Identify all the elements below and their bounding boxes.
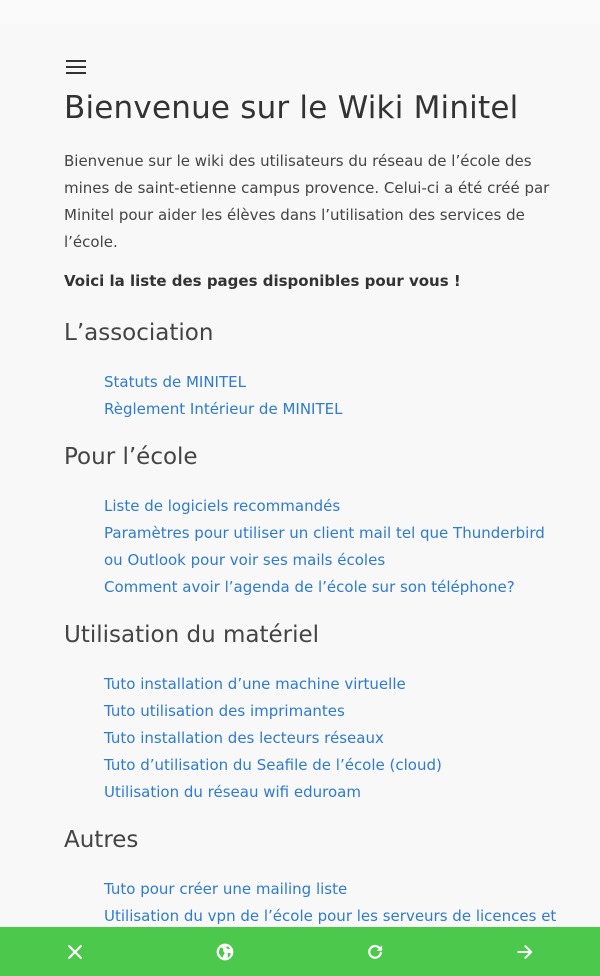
section-title-materiel: Utilisation du matériel <box>64 622 320 648</box>
link-list-autres: Tuto pour créer une mailing liste Utilis… <box>104 876 564 930</box>
list-item: Tuto utilisation des imprimantes <box>104 698 564 725</box>
link-list-association: Statuts de MINITEL Règlement Intérieur d… <box>104 369 564 423</box>
list-item: Statuts de MINITEL <box>104 369 564 396</box>
link-eduroam[interactable]: Utilisation du réseau wifi eduroam <box>104 783 361 801</box>
link-lecteurs-reseaux[interactable]: Tuto installation des lecteurs réseaux <box>104 729 384 747</box>
list-item: Tuto installation d’une machine virtuell… <box>104 671 564 698</box>
browser-toolbar <box>0 927 600 976</box>
globe-icon <box>216 943 234 960</box>
link-statuts[interactable]: Statuts de MINITEL <box>104 373 246 391</box>
arrow-forward-icon <box>517 944 533 959</box>
section-title-autres: Autres <box>64 827 139 853</box>
list-item: Tuto installation des lecteurs réseaux <box>104 725 564 752</box>
link-seafile[interactable]: Tuto d’utilisation du Seafile de l’école… <box>104 756 442 774</box>
list-item: Règlement Intérieur de MINITEL <box>104 396 564 423</box>
top-strip <box>0 0 600 24</box>
link-imprimantes[interactable]: Tuto utilisation des imprimantes <box>104 702 345 720</box>
link-list-ecole: Liste de logiciels recommandés Paramètre… <box>104 493 564 601</box>
list-item: Utilisation du vpn de l’école pour les s… <box>104 903 564 930</box>
lead-text: Voici la liste des pages disponibles pou… <box>64 272 461 290</box>
forward-button[interactable] <box>450 927 600 976</box>
refresh-icon <box>368 944 383 959</box>
link-reglement[interactable]: Règlement Intérieur de MINITEL <box>104 400 342 418</box>
refresh-button[interactable] <box>300 927 450 976</box>
list-item: Utilisation du réseau wifi eduroam <box>104 779 564 806</box>
link-vpn[interactable]: Utilisation du vpn de l’école pour les s… <box>104 907 556 925</box>
link-mailing-liste[interactable]: Tuto pour créer une mailing liste <box>104 880 347 898</box>
list-item: Liste de logiciels recommandés <box>104 493 564 520</box>
list-item: Tuto pour créer une mailing liste <box>104 876 564 903</box>
section-title-association: L’association <box>64 320 214 346</box>
intro-text: Bienvenue sur le wiki des utilisateurs d… <box>64 152 550 251</box>
close-button[interactable] <box>0 927 150 976</box>
close-icon <box>68 944 82 959</box>
link-agenda[interactable]: Comment avoir l’agenda de l’école sur so… <box>104 578 515 596</box>
link-machine-virtuelle[interactable]: Tuto installation d’une machine virtuell… <box>104 675 406 693</box>
section-title-ecole: Pour l’école <box>64 444 198 470</box>
list-item: Paramètres pour utiliser un client mail … <box>104 520 564 574</box>
link-logiciels[interactable]: Liste de logiciels recommandés <box>104 497 340 515</box>
page-title: Bienvenue sur le Wiki Minitel <box>64 90 519 126</box>
list-item: Comment avoir l’agenda de l’école sur so… <box>104 574 564 601</box>
link-client-mail[interactable]: Paramètres pour utiliser un client mail … <box>104 524 545 569</box>
menu-icon[interactable] <box>64 58 88 78</box>
link-list-materiel: Tuto installation d’une machine virtuell… <box>104 671 564 806</box>
list-item: Tuto d’utilisation du Seafile de l’école… <box>104 752 564 779</box>
open-in-browser-button[interactable] <box>150 927 300 976</box>
